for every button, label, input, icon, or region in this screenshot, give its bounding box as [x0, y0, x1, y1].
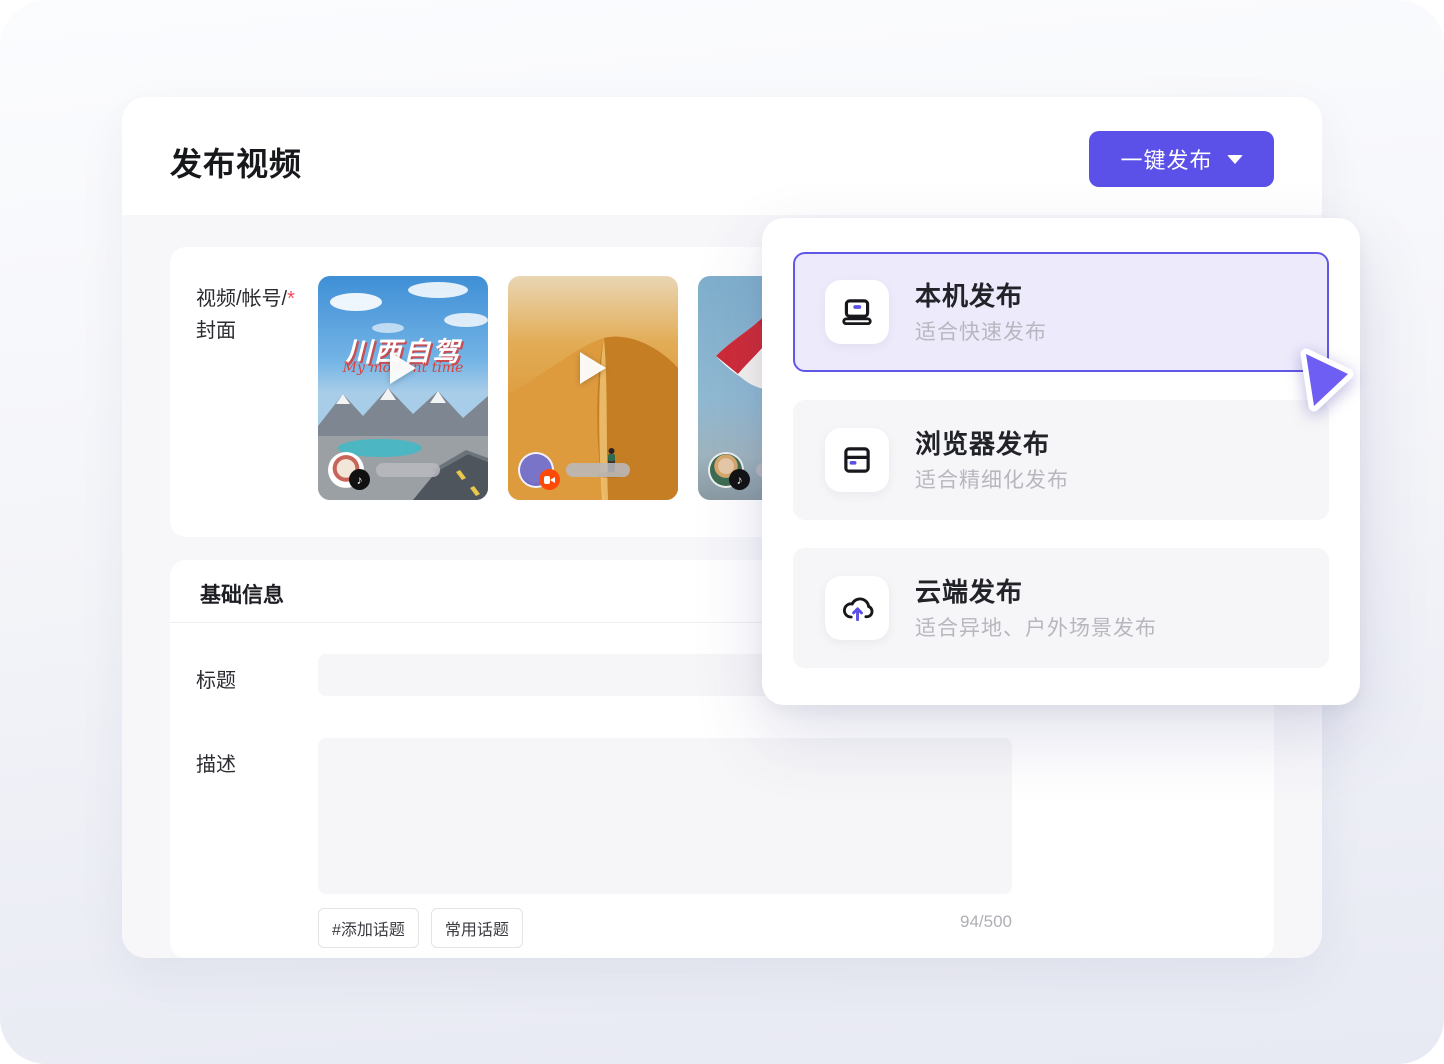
- label-text: 视频/帐号/: [196, 288, 287, 310]
- icon-tile: [825, 280, 889, 344]
- account-avatar: ♪: [328, 452, 364, 488]
- title-label: 标题: [196, 664, 236, 693]
- browser-icon: [839, 442, 875, 478]
- character-count: 94/500: [318, 912, 1012, 932]
- video-thumbnail-desert[interactable]: [508, 276, 678, 500]
- tiktok-icon: ♪: [349, 469, 370, 490]
- app-window: 发布视频 一键发布 视频/帐号/* 封面: [0, 0, 1444, 1064]
- menu-item-local-publish[interactable]: 本机发布 适合快速发布: [793, 252, 1329, 372]
- menu-item-subtitle: 适合快速发布: [915, 316, 1047, 346]
- menu-item-title: 云端发布: [915, 572, 1023, 609]
- kuaishou-icon: [539, 469, 560, 490]
- menu-item-subtitle: 适合精细化发布: [915, 464, 1069, 494]
- description-label: 描述: [196, 748, 236, 777]
- menu-item-title: 本机发布: [915, 276, 1023, 313]
- chevron-down-icon: [1227, 155, 1243, 164]
- account-avatar: [518, 452, 554, 488]
- laptop-icon: [839, 294, 875, 330]
- thumbnail-footer: [518, 452, 630, 488]
- icon-tile: [825, 576, 889, 640]
- publish-button-label: 一键发布: [1120, 143, 1212, 175]
- label-text-line2: 封面: [196, 320, 236, 342]
- menu-item-cloud-publish[interactable]: 云端发布 适合异地、户外场景发布: [793, 548, 1329, 668]
- cloud-upload-icon: [839, 590, 875, 626]
- menu-item-browser-publish[interactable]: 浏览器发布 适合精细化发布: [793, 400, 1329, 520]
- thumbnail-footer: ♪: [328, 452, 440, 488]
- publish-mode-menu: 本机发布 适合快速发布 浏览器发布 适合精细化发布: [762, 218, 1360, 705]
- account-name-placeholder: [566, 463, 630, 477]
- play-icon[interactable]: [390, 352, 416, 384]
- video-account-cover-label: 视频/帐号/* 封面: [196, 283, 316, 347]
- menu-item-subtitle: 适合异地、户外场景发布: [915, 612, 1157, 642]
- required-asterisk: *: [287, 288, 295, 310]
- description-textarea[interactable]: [318, 738, 1012, 894]
- account-name-placeholder: [376, 463, 440, 477]
- icon-tile: [825, 428, 889, 492]
- section-title: 基础信息: [200, 579, 284, 609]
- menu-item-title: 浏览器发布: [915, 424, 1050, 461]
- one-click-publish-button[interactable]: 一键发布: [1089, 131, 1274, 187]
- tiktok-icon: ♪: [729, 469, 750, 490]
- account-avatar: ♪: [708, 452, 744, 488]
- page-title: 发布视频: [170, 139, 302, 185]
- video-thumbnail-mountain[interactable]: 川西自驾 My moment time ♪: [318, 276, 488, 500]
- play-icon[interactable]: [580, 352, 606, 384]
- card-header: 发布视频 一键发布: [122, 97, 1322, 215]
